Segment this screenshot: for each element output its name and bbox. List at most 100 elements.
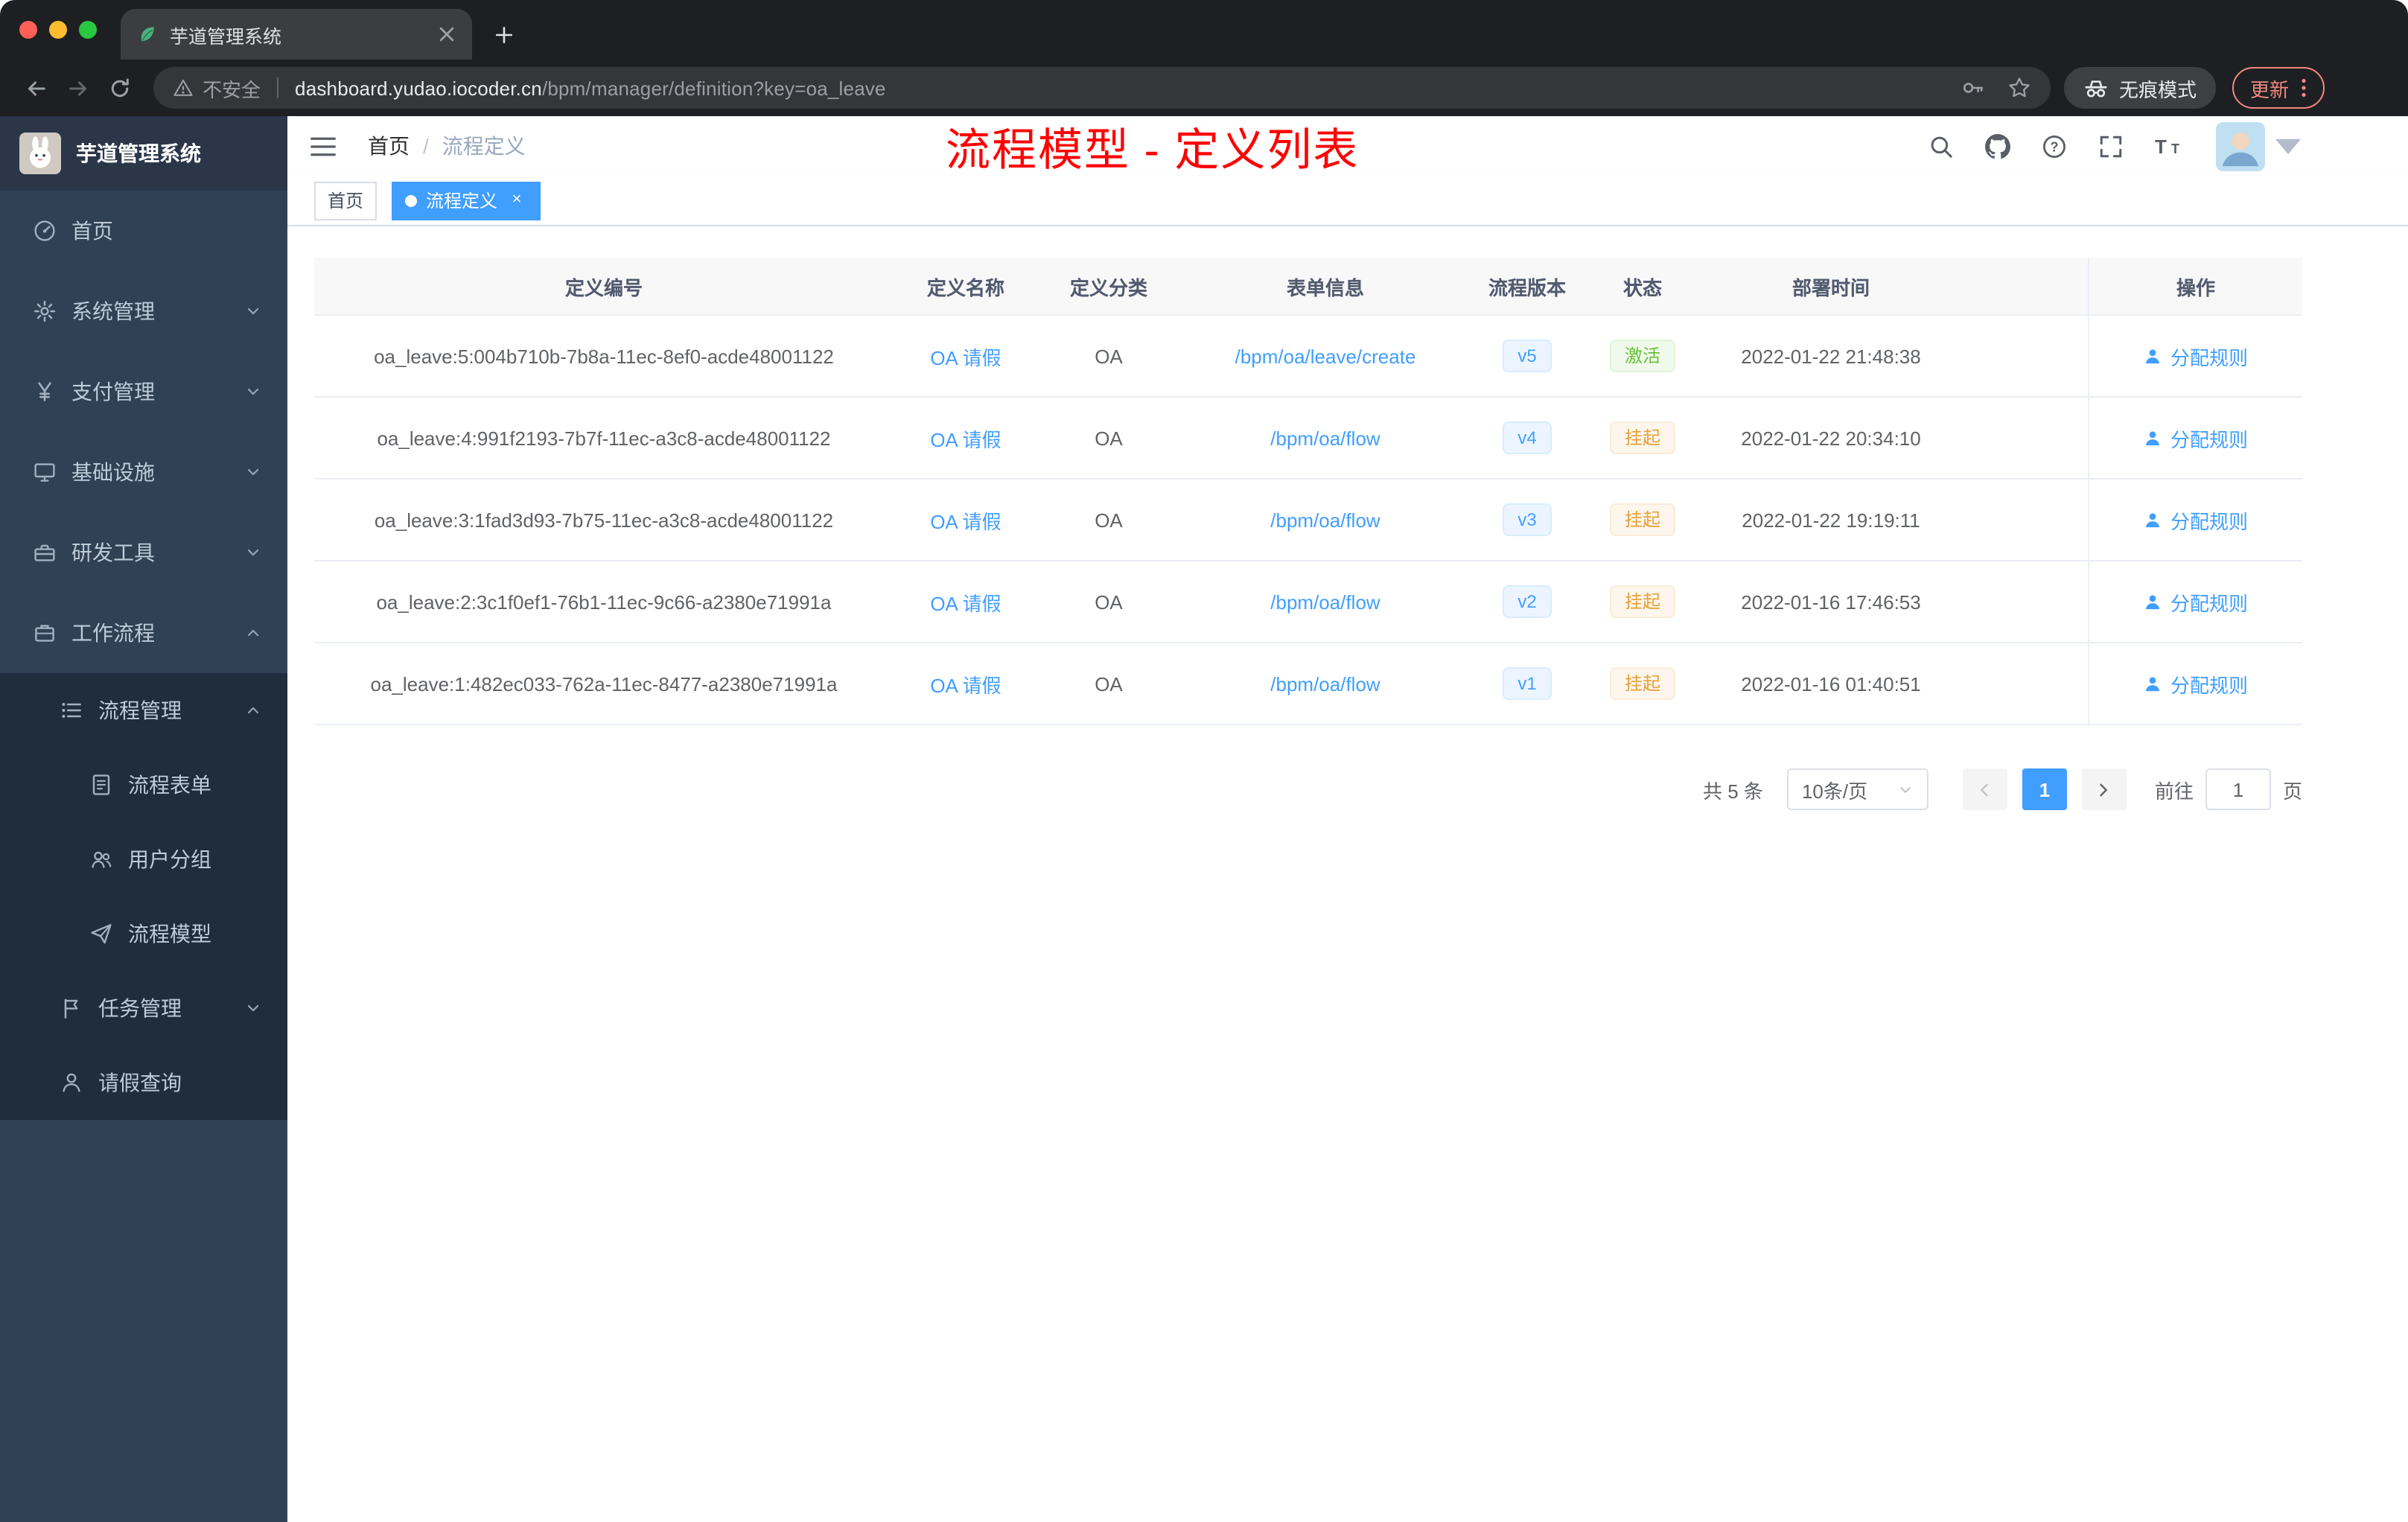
app-frame: 芋道管理系统 首页 系统管理 支付管理 基础设施 研发工具 工作流程 流程管理 流程表单 用户分… bbox=[0, 116, 2408, 1522]
tab-title: 芋道管理系统 bbox=[170, 26, 282, 47]
tag-close-icon[interactable]: × bbox=[506, 190, 527, 211]
column-header: 部署时间 bbox=[1791, 276, 1870, 299]
minimize-window-button[interactable] bbox=[49, 21, 67, 39]
cell-category: OA bbox=[1095, 427, 1123, 449]
next-page-button[interactable] bbox=[2081, 768, 2127, 810]
sidebar-item-user-group[interactable]: 用户分组 bbox=[0, 822, 287, 897]
breadcrumb-home[interactable]: 首页 bbox=[368, 131, 410, 161]
form-link[interactable]: /bpm/oa/flow bbox=[1270, 509, 1380, 531]
cell-category: OA bbox=[1095, 672, 1123, 695]
sidebar-item-home[interactable]: 首页 bbox=[0, 191, 287, 271]
cell-form-info: /bpm/oa/leave/create bbox=[1179, 345, 1471, 367]
page-size-value: 10条/页 bbox=[1801, 780, 1868, 802]
address-bar[interactable]: 不安全 dashboard.yudao.iocoder.cn/bpm/manag… bbox=[153, 67, 2051, 109]
cell-status: 挂起 bbox=[1583, 667, 1702, 700]
form-link[interactable]: /bpm/oa/flow bbox=[1270, 590, 1380, 613]
pagination-total: 共 5 条 bbox=[1703, 780, 1763, 802]
chevron-down-icon bbox=[244, 544, 262, 561]
user-icon bbox=[2144, 428, 2163, 448]
sidebar-item-label: 流程表单 bbox=[128, 773, 211, 797]
page-size-select[interactable]: 10条/页 bbox=[1786, 768, 1928, 810]
column-header: 状态 bbox=[1622, 276, 1662, 299]
assign-rule-button[interactable]: 分配规则 bbox=[2144, 506, 2248, 534]
prev-page-button[interactable] bbox=[1962, 768, 2007, 810]
sidebar-item-workflow[interactable]: 工作流程 bbox=[0, 593, 287, 673]
tab-favicon bbox=[137, 24, 158, 45]
cell-status: 挂起 bbox=[1583, 503, 1702, 536]
new-tab-button[interactable] bbox=[482, 13, 524, 55]
definition-name-link[interactable]: OA 请假 bbox=[930, 669, 1001, 698]
screen: 芋道管理系统 不安全 dashboard.yudao.iocoder.cn/bp… bbox=[0, 0, 2408, 1522]
tag-active[interactable]: 流程定义 × bbox=[392, 181, 541, 220]
sidebar-collapse-button[interactable] bbox=[287, 116, 359, 176]
column-header: 定义名称 bbox=[926, 276, 1004, 299]
sidebar-item-process-management[interactable]: 流程管理 bbox=[0, 673, 287, 748]
sidebar-logo: 芋道管理系统 bbox=[0, 116, 287, 191]
cell-definition-id: oa_leave:2:3c1f0ef1-76b1-11ec-9c66-a2380… bbox=[376, 590, 832, 613]
browser-tab[interactable]: 芋道管理系统 bbox=[121, 9, 472, 60]
assign-rule-button[interactable]: 分配规则 bbox=[2144, 669, 2248, 698]
definition-name-link[interactable]: OA 请假 bbox=[930, 506, 1001, 534]
sidebar-item-label: 支付管理 bbox=[71, 380, 155, 404]
status-badge: 激活 bbox=[1609, 340, 1675, 372]
form-link[interactable]: /bpm/oa/leave/create bbox=[1235, 345, 1416, 367]
assign-rule-button[interactable]: 分配规则 bbox=[2144, 342, 2248, 370]
column-header: 流程版本 bbox=[1488, 276, 1566, 299]
sidebar-item-system-management[interactable]: 系统管理 bbox=[0, 271, 287, 351]
password-manager-icon[interactable] bbox=[1961, 76, 1985, 100]
tag-item[interactable]: 首页 bbox=[314, 181, 378, 220]
close-window-button[interactable] bbox=[19, 21, 37, 39]
cell-deploy-time: 2022-01-16 17:46:53 bbox=[1741, 590, 1921, 613]
reload-button[interactable] bbox=[98, 67, 140, 109]
cell-actions: 分配规则 bbox=[2088, 316, 2302, 396]
definition-table: 定义编号 定义名称 定义分类 表单信息 流程版本 状态 部署时间 操作 oa_leave:5:… bbox=[314, 258, 2302, 725]
user-icon bbox=[2144, 346, 2163, 366]
goto-page-input[interactable] bbox=[2205, 768, 2271, 810]
definition-name-link[interactable]: OA 请假 bbox=[930, 424, 1001, 452]
docs-help-icon[interactable]: ? bbox=[2042, 133, 2067, 159]
page-1-button[interactable]: 1 bbox=[2022, 768, 2067, 810]
sidebar-item-infrastructure[interactable]: 基础设施 bbox=[0, 432, 287, 512]
page-content: 定义编号 定义名称 定义分类 表单信息 流程版本 状态 部署时间 操作 oa_leave:5:… bbox=[287, 226, 2408, 1522]
github-icon[interactable] bbox=[1985, 133, 2010, 159]
assign-rule-button[interactable]: 分配规则 bbox=[2144, 424, 2248, 452]
back-button[interactable] bbox=[15, 67, 57, 109]
sidebar-item-process-form[interactable]: 流程表单 bbox=[0, 748, 287, 822]
sidebar-item-task-management[interactable]: 任务管理 bbox=[0, 971, 287, 1045]
svg-text:T: T bbox=[2171, 141, 2179, 156]
update-chrome-button[interactable]: 更新 bbox=[2232, 67, 2325, 109]
process-icon bbox=[60, 698, 83, 722]
table-header-row: 定义编号 定义名称 定义分类 表单信息 流程版本 状态 部署时间 操作 bbox=[314, 258, 2302, 316]
definition-name-link[interactable]: OA 请假 bbox=[930, 588, 1001, 616]
version-badge: v5 bbox=[1503, 340, 1552, 372]
browser-menu-icon[interactable] bbox=[2301, 77, 2307, 98]
sidebar-item-dev-tools[interactable]: 研发工具 bbox=[0, 512, 287, 593]
zoom-window-button[interactable] bbox=[79, 21, 97, 39]
bookmark-star-icon[interactable] bbox=[2007, 76, 2031, 100]
svg-text:T: T bbox=[2155, 136, 2167, 158]
sidebar-item-leave-query[interactable]: 请假查询 bbox=[0, 1045, 287, 1120]
group-icon bbox=[89, 847, 113, 871]
version-badge: v1 bbox=[1503, 667, 1552, 700]
forward-button[interactable] bbox=[57, 67, 98, 109]
security-chip[interactable]: 不安全 bbox=[173, 74, 261, 102]
tools-icon bbox=[33, 541, 57, 564]
cell-deploy-time: 2022-01-22 20:34:10 bbox=[1741, 427, 1921, 449]
form-link[interactable]: /bpm/oa/flow bbox=[1270, 672, 1380, 695]
form-link[interactable]: /bpm/oa/flow bbox=[1270, 427, 1380, 449]
cell-category: OA bbox=[1095, 590, 1123, 613]
fullscreen-icon[interactable] bbox=[2098, 133, 2124, 159]
user-icon bbox=[2144, 592, 2163, 611]
tab-close-icon[interactable] bbox=[435, 22, 459, 46]
sidebar-item-payment-management[interactable]: 支付管理 bbox=[0, 351, 287, 432]
definition-name-link[interactable]: OA 请假 bbox=[930, 342, 1001, 370]
user-avatar[interactable] bbox=[2216, 121, 2265, 171]
user-menu[interactable] bbox=[2216, 121, 2301, 171]
cell-status: 挂起 bbox=[1583, 585, 1702, 618]
font-size-icon[interactable]: TT bbox=[2155, 134, 2185, 158]
assign-rule-button[interactable]: 分配规则 bbox=[2144, 588, 2248, 616]
search-icon[interactable] bbox=[1928, 133, 1954, 159]
sidebar-item-process-model[interactable]: 流程模型 bbox=[0, 897, 287, 971]
chevron-down-icon[interactable] bbox=[2275, 133, 2301, 159]
cell-definition-name: OA 请假 bbox=[894, 342, 1038, 370]
